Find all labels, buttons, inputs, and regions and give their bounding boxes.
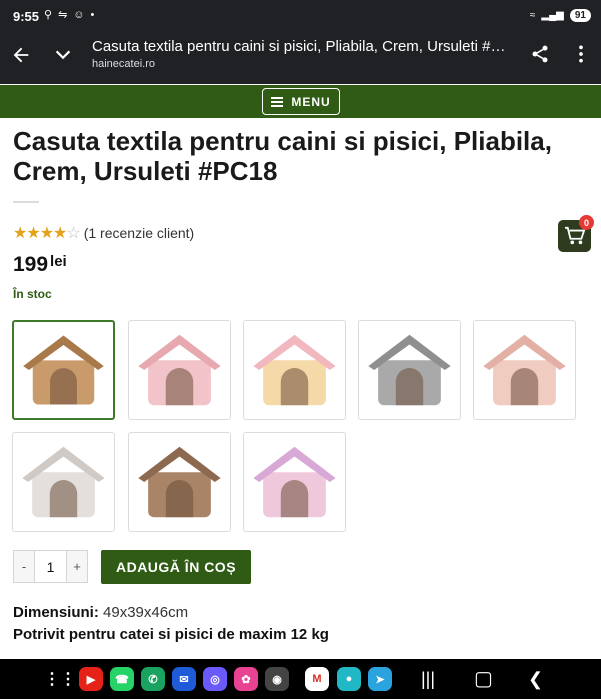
dimensions: Dimensiuni: 49x39x46cm bbox=[13, 604, 188, 621]
menu-label: MENU bbox=[291, 94, 331, 109]
qty-increase-button[interactable]: + bbox=[67, 551, 87, 582]
status-right: ≈ ▂▄▆ 91 bbox=[530, 9, 591, 22]
share-icon[interactable] bbox=[530, 44, 550, 64]
back-arrow-icon[interactable] bbox=[10, 44, 32, 66]
quantity-stepper: - 1 + bbox=[13, 550, 88, 583]
product-thumbnail-pink-fluffy-house[interactable] bbox=[473, 320, 576, 420]
pet-house-image bbox=[23, 335, 104, 405]
camera-icon[interactable]: ◉ bbox=[265, 667, 289, 691]
ometv-icon[interactable]: ● bbox=[337, 667, 361, 691]
review-link[interactable]: (1 recenzie client) bbox=[84, 225, 195, 241]
title-divider bbox=[13, 201, 39, 203]
nav-back-button[interactable]: ❮ bbox=[528, 669, 543, 690]
menu-button[interactable]: MENU bbox=[262, 88, 340, 115]
product-thumbnail-brown-fluffy-house[interactable] bbox=[128, 432, 231, 532]
battery-indicator: 91 bbox=[569, 9, 591, 22]
fit-description: Potrivit pentru catei si pisici de maxim… bbox=[13, 626, 329, 643]
gmail-icon[interactable]: M bbox=[305, 667, 329, 691]
product-price: 199 lei bbox=[13, 253, 67, 277]
wifi-icon: ≈ bbox=[529, 10, 536, 21]
more-options-icon[interactable] bbox=[574, 44, 588, 64]
price-currency: lei bbox=[50, 253, 67, 270]
rating-row: ★★★★☆ (1 recenzie client) bbox=[13, 223, 194, 243]
product-thumbnail-grey-elephant-house[interactable] bbox=[358, 320, 461, 420]
product-title: Casuta textila pentru caini si pisici, P… bbox=[13, 126, 552, 186]
qty-decrease-button[interactable]: - bbox=[14, 551, 34, 582]
signal-icon: ▂▄▆ bbox=[541, 10, 564, 21]
pet-house-image bbox=[22, 446, 105, 518]
messages-icon[interactable]: ✉ bbox=[172, 667, 196, 691]
browser-app-icon[interactable]: ◎ bbox=[203, 667, 227, 691]
hamburger-icon bbox=[271, 95, 284, 109]
dimensions-label: Dimensiuni: bbox=[13, 604, 99, 621]
status-time: 9:55 bbox=[13, 9, 40, 24]
telegram-icon[interactable]: ➤ bbox=[368, 667, 392, 691]
star-icon: ★ bbox=[39, 225, 54, 242]
pet-house-image bbox=[138, 334, 221, 406]
system-nav-bar: ⋮⋮ ▶ ☎ ✆ ✉ ◎ ✿ ◉ M ● ➤ ||| ▢ ❮ bbox=[0, 659, 601, 699]
phone-icon[interactable]: ✆ bbox=[141, 667, 165, 691]
cart-count-badge: 0 bbox=[579, 215, 594, 230]
product-thumbnail-pastel-rainbow-house[interactable] bbox=[243, 320, 346, 420]
pet-house-image bbox=[253, 446, 336, 518]
pet-house-image bbox=[368, 334, 451, 406]
location-icon: ⚲ bbox=[44, 9, 53, 21]
gallery-icon[interactable]: ✿ bbox=[234, 667, 258, 691]
product-thumbnail-white-fluffy-house[interactable] bbox=[12, 432, 115, 532]
person-icon: ☺ bbox=[73, 8, 85, 21]
qty-input[interactable]: 1 bbox=[34, 551, 67, 582]
whatsapp-icon[interactable]: ☎ bbox=[110, 667, 134, 691]
youtube-icon[interactable]: ▶ bbox=[79, 667, 103, 691]
dimensions-value: 49x39x46cm bbox=[103, 604, 189, 621]
recents-button[interactable]: ||| bbox=[421, 669, 435, 690]
product-thumbnail-pink-strawberry-house[interactable] bbox=[128, 320, 231, 420]
pet-house-image bbox=[138, 446, 221, 518]
browser-page-title[interactable]: Casuta textila pentru caini si pisici, P… bbox=[92, 38, 512, 55]
star-icon: ★ bbox=[13, 225, 27, 242]
stock-status: În stoc bbox=[13, 287, 52, 301]
add-to-cart-button[interactable]: ADAUGĂ ÎN COȘ bbox=[101, 550, 251, 584]
status-bar: 9:55 ⚲ ⇋ ☺ • ≈ ▂▄▆ 91 bbox=[0, 0, 601, 34]
star-icon: ★ bbox=[53, 225, 67, 242]
browser-toolbar: Casuta textila pentru caini si pisici, P… bbox=[0, 34, 601, 84]
pet-house-image bbox=[483, 334, 566, 406]
app-drawer-icon[interactable]: ⋮⋮ bbox=[44, 667, 76, 691]
home-button[interactable]: ▢ bbox=[474, 666, 493, 691]
star-empty-icon: ☆ bbox=[66, 225, 80, 242]
link-icon: ⇋ bbox=[58, 9, 68, 21]
star-icon: ★ bbox=[26, 225, 40, 242]
chevron-down-icon[interactable] bbox=[52, 44, 74, 66]
notification-icons: ⚲ ⇋ ☺ • bbox=[44, 8, 95, 22]
site-header: MENU bbox=[0, 85, 601, 118]
product-thumbnail-beige-bear-house[interactable] bbox=[12, 320, 115, 420]
product-thumbnail-tie-dye-house[interactable] bbox=[243, 432, 346, 532]
star-rating: ★★★★☆ bbox=[13, 223, 81, 243]
price-value: 199 bbox=[13, 253, 49, 276]
browser-domain[interactable]: hainecatei.ro bbox=[92, 58, 155, 70]
pet-house-image bbox=[253, 334, 336, 406]
dot-icon: • bbox=[90, 8, 95, 21]
